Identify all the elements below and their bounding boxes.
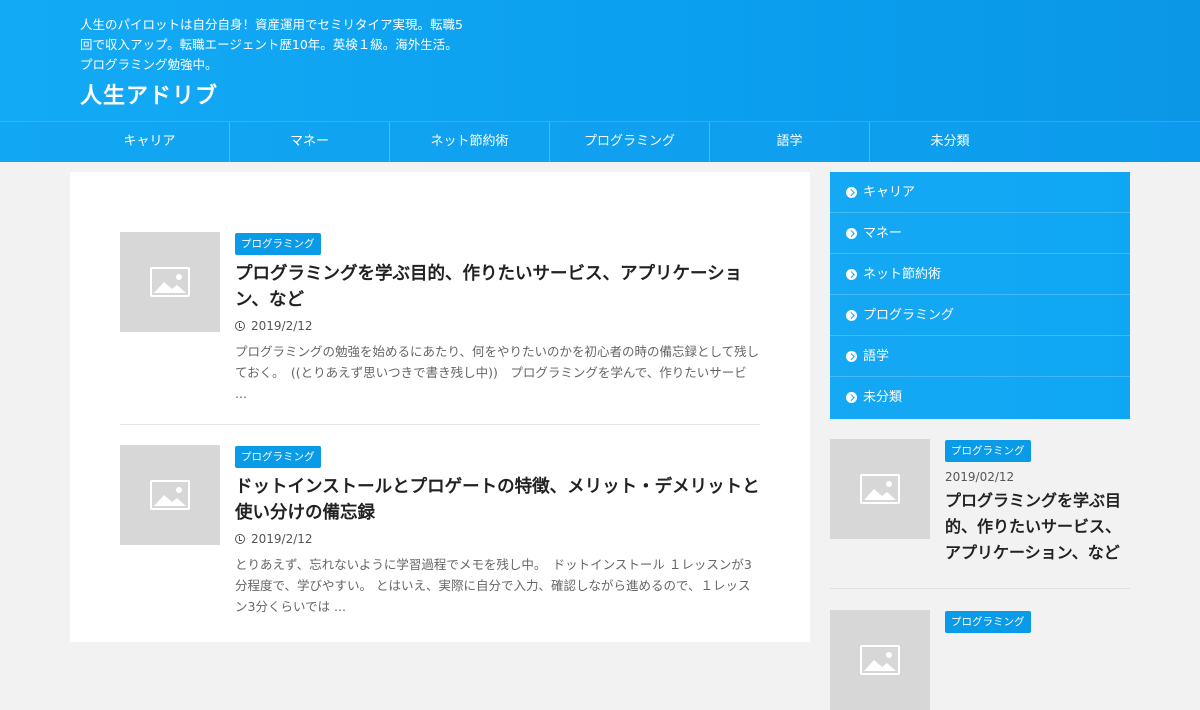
site-title[interactable]: 人生アドリブ [80,78,218,110]
category-badge[interactable]: プログラミング [945,440,1031,462]
post-list: プログラミング プログラミングを学ぶ目的、作りたいサービス、アプリケーション、な… [70,172,810,642]
chevron-circle-right-icon [846,309,857,321]
post-date-text: 2019/2/12 [251,319,313,333]
chevron-circle-right-icon [846,392,857,403]
clock-icon [235,321,245,331]
post-thumbnail[interactable] [830,610,930,710]
sidebar-item-career[interactable]: キャリア [830,172,1130,213]
post-excerpt: とりあえず、忘れないように学習過程でメモを残し中。 ドットインストール １レッス… [235,557,752,614]
sidebar-category-list: キャリア マネー ネット節約術 プログラミング 語学 未分類 [830,172,1130,419]
post-title[interactable]: プログラミングを学ぶ目的、作りたいサービス、アプリケーション、など [945,488,1130,566]
post-date-text: 2019/2/12 [251,532,313,546]
chevron-circle-right-icon [846,227,857,239]
sidebar-item-label: 語学 [863,348,890,364]
sidebar-item-language[interactable]: 語学 [830,336,1130,377]
nav-item-net-saving[interactable]: ネット節約術 [390,122,550,162]
post-date: 2019/2/12 [235,319,760,333]
image-placeholder-icon [860,474,900,504]
site-description: 人生のパイロットは自分自身！資産運用でセミリタイア実現。転職5回で収入アップ。転… [80,17,463,72]
post-card: プログラミング プログラミングを学ぶ目的、作りたいサービス、アプリケーション、な… [120,232,760,425]
chevron-circle-right-icon [846,268,857,280]
sidebar-item-label: マネー [863,225,903,241]
post-title[interactable]: ドットインストールとプロゲートの特徴、メリット・デメリットと使い分けの備忘録 [235,474,760,526]
nav-item-programming[interactable]: プログラミング [550,122,710,162]
sidebar-item-uncategorized[interactable]: 未分類 [830,377,1130,418]
sidebar-item-label: プログラミング [863,307,955,323]
post-thumbnail[interactable] [830,439,930,539]
sidebar-item-net-saving[interactable]: ネット節約術 [830,254,1130,295]
sidebar-item-label: 未分類 [863,390,903,405]
sidebar-item-label: ネット節約術 [863,266,942,282]
clock-icon [235,534,245,544]
post-date: 2019/02/12 [945,470,1015,484]
post-thumbnail[interactable] [120,445,220,545]
nav-item-money[interactable]: マネー [230,122,390,162]
site-header: 人生のパイロットは自分自身！資産運用でセミリタイア実現。転職5回で収入アップ。転… [0,0,1200,121]
chevron-circle-right-icon [846,350,857,362]
nav-item-uncategorized[interactable]: 未分類 [870,122,1030,162]
sidebar-recent-post: プログラミング 2019/02/12 プログラミングを学ぶ目的、作りたいサービス… [830,439,1130,589]
post-title[interactable]: プログラミングを学ぶ目的、作りたいサービス、アプリケーション、など [235,261,760,313]
nav-item-language[interactable]: 語学 [710,122,870,162]
nav-item-career[interactable]: キャリア [70,122,230,162]
sidebar-item-programming[interactable]: プログラミング [830,295,1130,336]
global-nav: キャリア マネー ネット節約術 プログラミング 語学 未分類 [0,121,1200,162]
post-excerpt: プログラミングの勉強を始めるにあたり、何をやりたいのかを初心者の時の備忘録として… [235,344,760,401]
category-badge[interactable]: プログラミング [235,233,321,255]
category-badge[interactable]: プログラミング [235,446,321,468]
sidebar-item-label: キャリア [863,184,916,200]
image-placeholder-icon [860,645,900,675]
post-date: 2019/2/12 [235,532,760,546]
image-placeholder-icon [150,480,190,510]
sidebar-item-money[interactable]: マネー [830,213,1130,254]
post-thumbnail[interactable] [120,232,220,332]
chevron-circle-right-icon [846,186,857,198]
image-placeholder-icon [150,267,190,297]
